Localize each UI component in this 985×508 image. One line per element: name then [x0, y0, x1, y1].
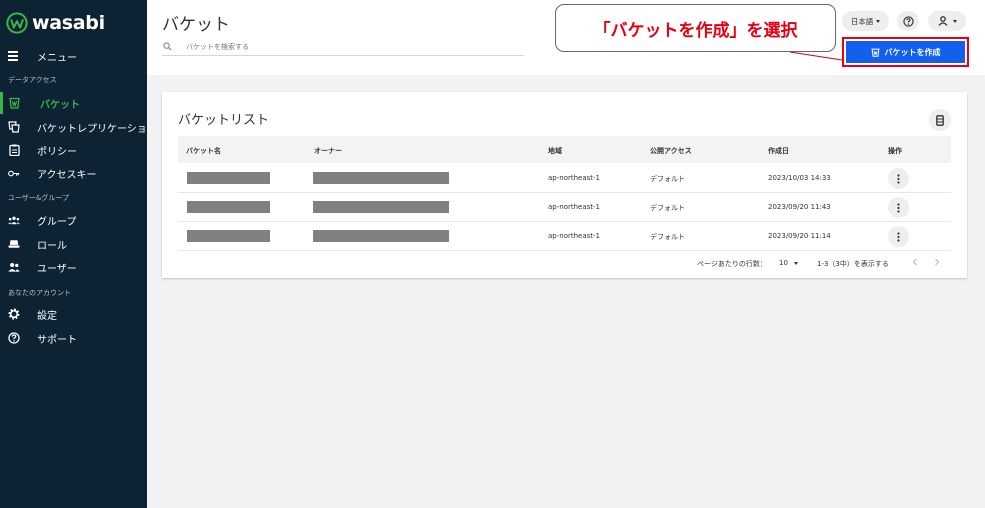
sidebar-item-support[interactable]: サポート: [0, 327, 147, 349]
caret-down-icon: [952, 19, 957, 23]
pagination-range: 1-3（3中）を表示する: [817, 260, 889, 268]
section-your-account: あなたのアカウント: [8, 289, 71, 297]
search-input[interactable]: [186, 42, 486, 51]
redacted-owner: [313, 172, 449, 184]
sidebar: wasabi メニュー データアクセス バケット バケットレプリケーション ポリ…: [0, 0, 157, 508]
row-actions-button[interactable]: [888, 226, 909, 247]
bucket-icon: [871, 48, 879, 57]
hamburger-icon: [8, 51, 18, 61]
role-icon: [8, 238, 20, 250]
bucket-list-title: バケットリスト: [178, 113, 270, 128]
column-header-owner[interactable]: オーナー: [314, 146, 342, 156]
section-data-access: データアクセス: [8, 76, 57, 84]
policy-icon: [8, 144, 20, 156]
redacted-bucket-name: [187, 230, 270, 242]
account-menu-button[interactable]: [928, 11, 966, 31]
section-users-groups: ユーザー&グループ: [8, 194, 69, 202]
more-vert-icon: [897, 231, 900, 242]
table-row[interactable]: ap-northeast-1 デフォルト 2023/10/03 14:33: [178, 164, 951, 193]
brand-name: wasabi: [32, 12, 105, 34]
bucket-icon: [8, 97, 20, 109]
sidebar-item-label: バケット: [40, 99, 80, 111]
chevron-left-icon: [912, 258, 917, 266]
sidebar-item-policies[interactable]: ポリシー: [0, 139, 147, 161]
region-cell: ap-northeast-1: [548, 174, 601, 182]
sidebar-item-label: ロール: [37, 240, 67, 252]
create-bucket-label: バケットを作成: [884, 47, 941, 57]
search-bar[interactable]: [162, 38, 524, 56]
menu-toggle[interactable]: メニュー: [0, 46, 147, 66]
search-icon: [163, 42, 172, 51]
sidebar-item-label: アクセスキー: [37, 169, 97, 181]
caret-down-icon: [794, 261, 799, 265]
column-header-actions: 操作: [888, 147, 902, 155]
page-title: バケット: [162, 15, 230, 35]
sidebar-item-label: ポリシー: [37, 146, 77, 158]
redacted-owner: [313, 201, 449, 213]
more-vert-icon: [897, 173, 900, 184]
callout-annotation: 「バケットを作成」を選択: [555, 4, 836, 52]
access-cell: デフォルト: [650, 204, 685, 212]
rows-per-page-label: ページあたりの行数：: [697, 260, 767, 268]
sidebar-item-groups[interactable]: グループ: [0, 209, 147, 231]
replication-icon: [8, 121, 20, 133]
create-bucket-highlight: バケットを作成: [842, 37, 969, 67]
sidebar-item-label: ユーザー: [37, 263, 77, 275]
table-header: バケット名 オーナー 地域 公開アクセス 作成日 操作: [178, 136, 951, 163]
key-icon: [8, 167, 20, 179]
create-bucket-button[interactable]: バケットを作成: [846, 41, 965, 63]
sidebar-item-access-keys[interactable]: アクセスキー: [0, 162, 147, 184]
column-header-created[interactable]: 作成日: [768, 146, 789, 156]
wasabi-logo-icon: [6, 12, 28, 34]
caret-down-icon: [876, 19, 881, 23]
created-cell: 2023/09/20 11:43: [768, 203, 831, 211]
help-icon: [8, 332, 20, 344]
user-icon: [937, 16, 948, 26]
sidebar-item-bucket-replication[interactable]: バケットレプリケーション: [0, 116, 157, 138]
created-cell: 2023/10/03 14:33: [768, 174, 831, 182]
language-label: 日本語: [850, 16, 874, 26]
language-selector[interactable]: 日本語: [842, 11, 889, 31]
redacted-bucket-name: [187, 201, 270, 213]
menu-label: メニュー: [37, 52, 77, 64]
columns-button[interactable]: [929, 109, 951, 131]
rows-per-page-select[interactable]: 10: [779, 259, 799, 267]
gear-icon: [8, 308, 20, 320]
row-actions-button[interactable]: [888, 168, 909, 189]
column-header-bucket-name[interactable]: バケット名: [186, 146, 221, 156]
redacted-bucket-name: [187, 172, 270, 184]
wasabi-logo[interactable]: wasabi: [6, 11, 105, 35]
column-header-public-access[interactable]: 公開アクセス: [650, 146, 692, 156]
region-cell: ap-northeast-1: [548, 232, 601, 240]
help-button[interactable]: [897, 11, 919, 31]
previous-page-button[interactable]: [912, 258, 918, 268]
next-page-button[interactable]: [934, 258, 940, 268]
bucket-list-card: バケットリスト バケット名 オーナー 地域 公開アクセス 作成日 操作 ap-n…: [162, 92, 967, 278]
row-actions-button[interactable]: [888, 197, 909, 218]
sidebar-item-buckets[interactable]: バケット: [0, 92, 147, 114]
users-icon: [8, 261, 20, 273]
sidebar-item-settings[interactable]: 設定: [0, 303, 147, 325]
sidebar-item-users[interactable]: ユーザー: [0, 256, 147, 278]
storage-icon: [936, 114, 944, 126]
table-row[interactable]: ap-northeast-1 デフォルト 2023/09/20 11:14: [178, 222, 951, 251]
access-cell: デフォルト: [650, 233, 685, 241]
sidebar-item-roles[interactable]: ロール: [0, 233, 147, 255]
group-icon: [8, 214, 20, 226]
created-cell: 2023/09/20 11:14: [768, 232, 831, 240]
redacted-owner: [313, 230, 449, 242]
region-cell: ap-northeast-1: [548, 203, 601, 211]
sidebar-item-label: バケットレプリケーション: [37, 123, 157, 135]
sidebar-item-label: サポート: [37, 334, 77, 346]
chevron-right-icon: [935, 258, 940, 266]
sidebar-item-label: グループ: [37, 216, 77, 228]
rows-per-page-value: 10: [779, 259, 788, 267]
access-cell: デフォルト: [650, 175, 685, 183]
table-row[interactable]: ap-northeast-1 デフォルト 2023/09/20 11:43: [178, 193, 951, 222]
column-header-region[interactable]: 地域: [548, 146, 562, 156]
more-vert-icon: [897, 202, 900, 213]
sidebar-item-label: 設定: [37, 310, 57, 322]
help-icon: [902, 15, 914, 27]
